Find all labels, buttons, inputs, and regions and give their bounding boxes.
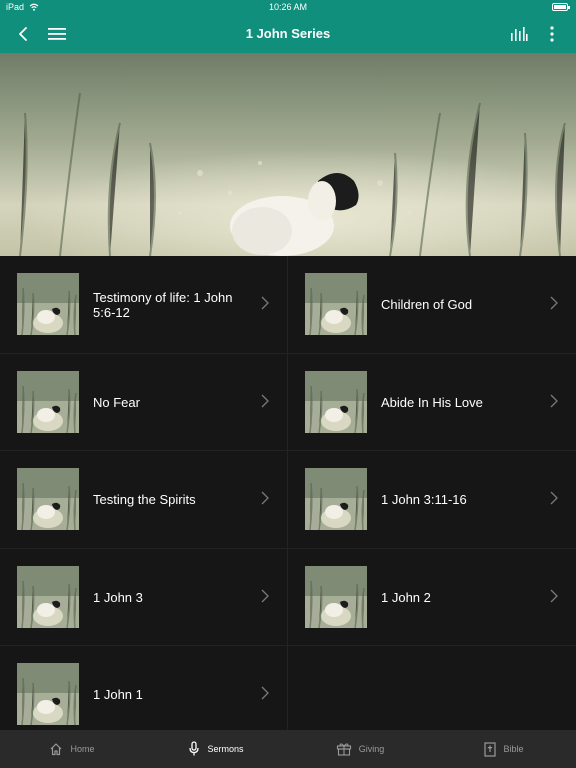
tab-label: Bible [503,744,524,754]
microphone-icon [188,741,200,757]
tab-label: Giving [358,744,385,754]
status-time: 10:26 AM [268,2,308,12]
tab-sermons[interactable]: Sermons [144,730,288,768]
battery-icon [552,3,570,11]
sermon-item[interactable]: Testing the Spirits [0,451,288,549]
sermon-thumbnail [305,273,367,335]
tab-label: Home [70,744,95,754]
sermon-title: Children of God [381,297,473,312]
page-title: 1 John Series [245,26,331,41]
audio-levels-icon[interactable] [507,22,531,46]
sermon-thumbnail [17,468,79,530]
chevron-right-icon [550,296,558,315]
chevron-right-icon [261,589,269,608]
sermon-item[interactable]: No Fear [0,353,288,451]
sermon-title: Testing the Spirits [93,492,196,507]
sermon-grid: Testimony of life: 1 John 5:6-12 Children… [0,256,576,744]
sermon-item[interactable]: 1 John 2 [288,548,576,646]
sermon-item[interactable]: Testimony of life: 1 John 5:6-12 [0,256,288,354]
tab-bar: Home Sermons Giving Bible [0,730,576,768]
chevron-right-icon [550,394,558,413]
sermon-thumbnail [305,468,367,530]
sermon-title: 1 John 3:11-16 [381,492,467,507]
sermon-title: 1 John 2 [381,589,431,605]
bible-icon [484,741,497,757]
sermon-thumbnail [305,565,367,628]
sermon-thumbnail [17,273,79,335]
sermon-item[interactable]: 1 John 3:11-16 [288,451,576,549]
tab-bible[interactable]: Bible [432,730,576,768]
chevron-right-icon [261,686,269,705]
sermon-item[interactable]: 1 John 3 [0,548,288,646]
chevron-right-icon [261,296,269,315]
home-icon [49,742,63,756]
sermon-title: 1 John 3 [93,589,143,605]
sermon-item[interactable]: Children of God [288,256,576,354]
lamb-in-meadow-image [0,53,576,256]
sermon-thumbnail [17,663,79,725]
sermon-thumbnail [17,565,79,628]
sermon-thumbnail [305,370,367,433]
nav-bar: 1 John Series [0,14,576,53]
sermon-title: Abide In His Love [381,394,483,410]
sermon-title: Testimony of life: 1 John 5:6-12 [93,289,233,320]
sermon-item[interactable]: Abide In His Love [288,353,576,451]
empty-cell [288,646,576,744]
sermon-title: 1 John 1 [93,687,143,702]
chevron-right-icon [261,394,269,413]
tab-label: Sermons [207,744,244,754]
tab-home[interactable]: Home [0,730,144,768]
sermon-thumbnail [17,370,79,433]
tab-giving[interactable]: Giving [288,730,432,768]
sermon-item[interactable]: 1 John 1 [0,646,288,744]
status-bar: iPad 10:26 AM [0,0,576,14]
chevron-right-icon [550,491,558,510]
chevron-right-icon [550,589,558,608]
gift-icon [336,742,352,756]
sermon-title: No Fear [93,394,140,410]
more-vertical-icon[interactable] [540,22,564,46]
chevron-right-icon [261,491,269,510]
